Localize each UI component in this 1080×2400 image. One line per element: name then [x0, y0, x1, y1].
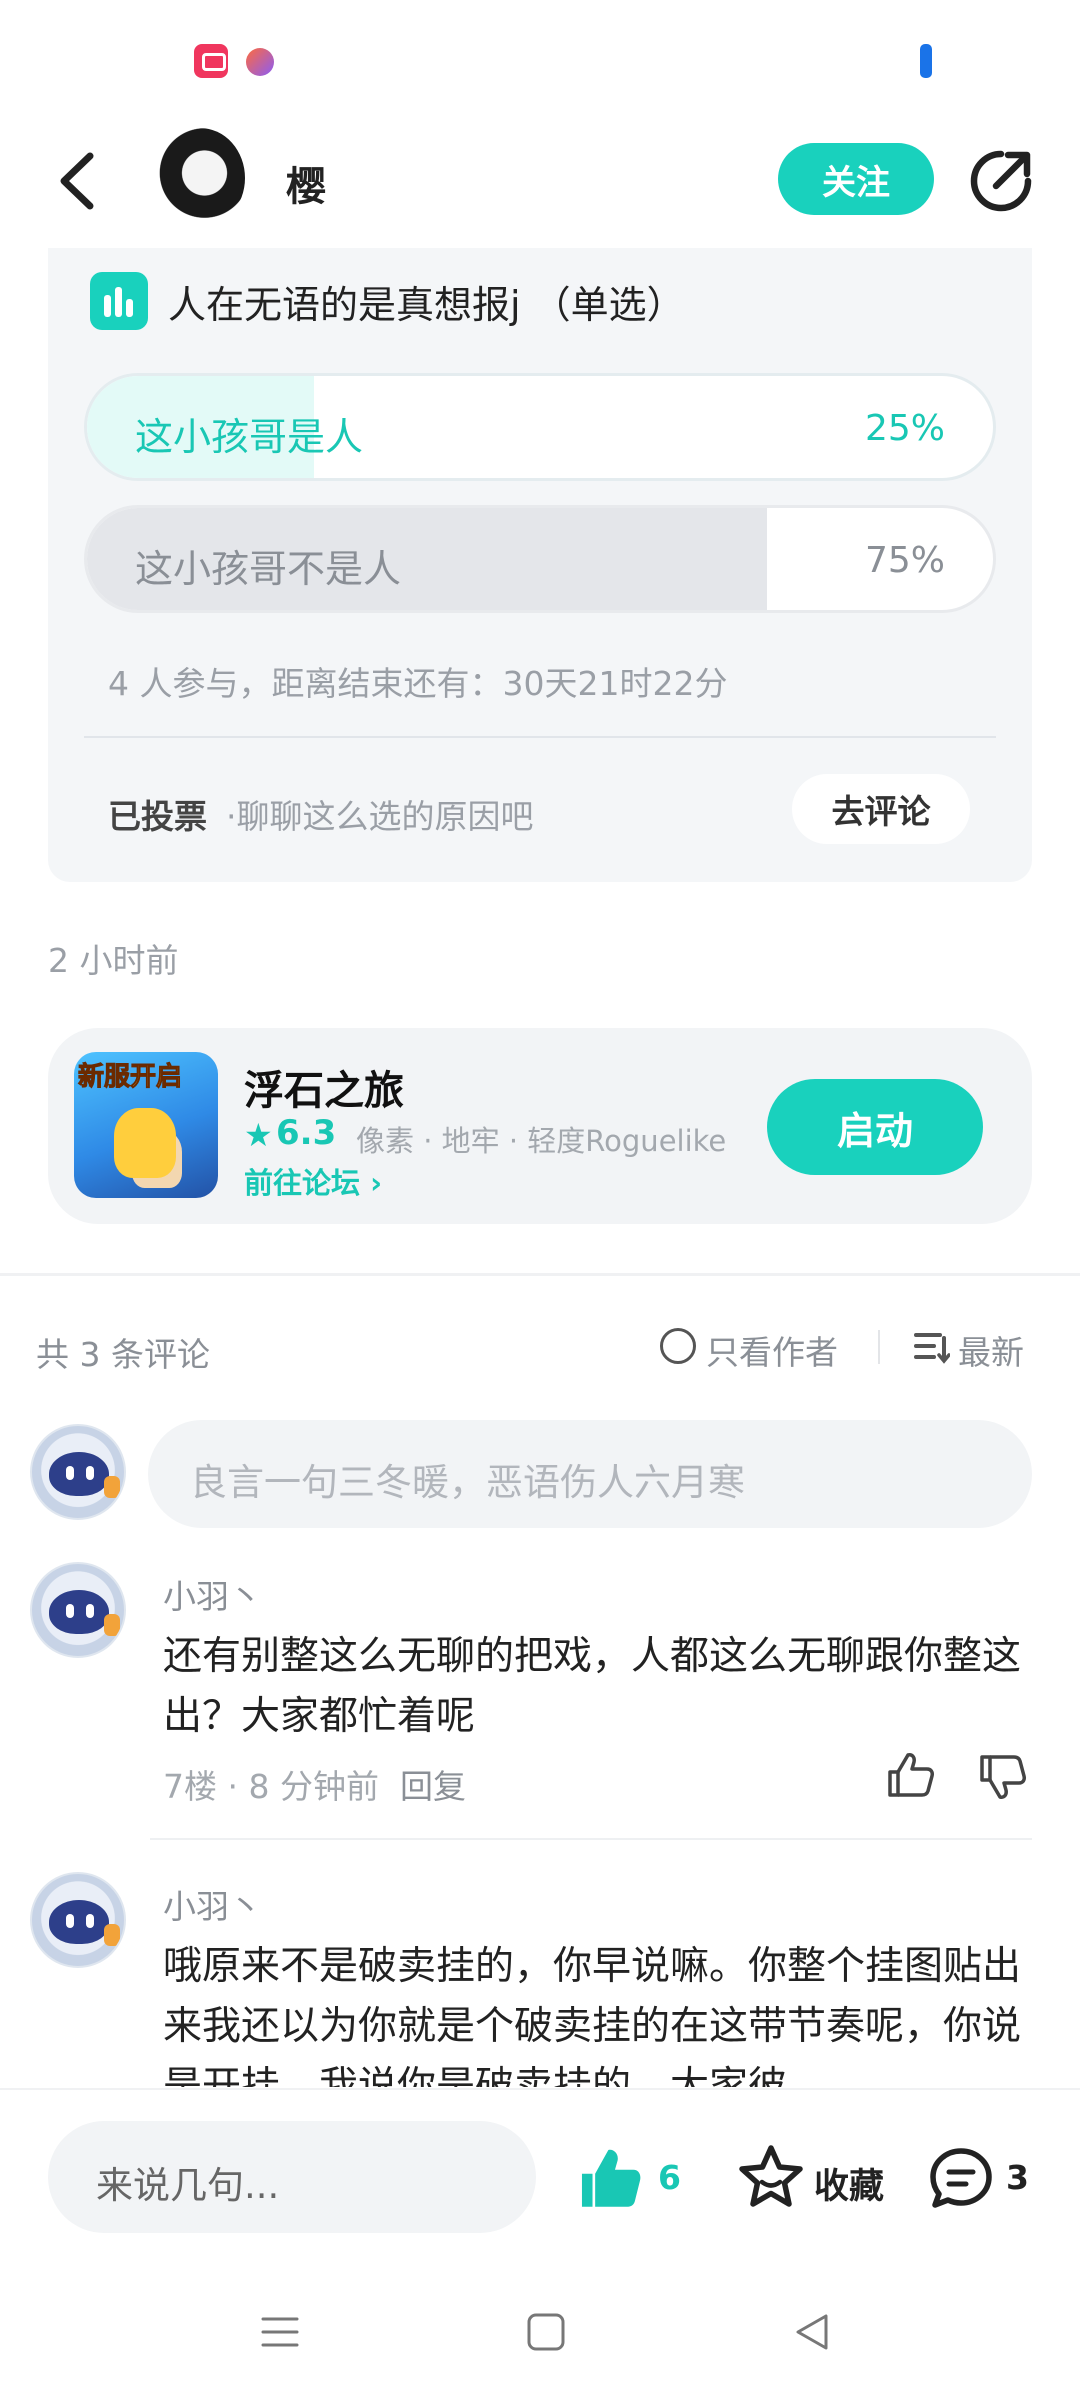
menu-icon[interactable] — [260, 2312, 300, 2352]
thumbs-up-outline-icon — [888, 1753, 934, 1797]
commenter-avatar[interactable] — [30, 1562, 126, 1658]
comment-meta: 7楼 · 8 分钟前 — [163, 1767, 379, 1806]
thumbs-up-icon[interactable] — [886, 1750, 936, 1800]
avatar-face — [49, 1590, 109, 1634]
back-nav-icon[interactable] — [792, 2312, 832, 2352]
sort-icon[interactable] — [914, 1330, 951, 1364]
forum-link[interactable]: 前往论坛 › — [244, 1160, 382, 1202]
chat-bubble-icon — [930, 2148, 992, 2208]
avatar-eye — [66, 1466, 74, 1480]
sort-lines-icon — [914, 1333, 951, 1364]
notification-app-icon-2 — [246, 48, 274, 76]
game-icon-banner: 新服开启 — [77, 1062, 183, 1093]
author-only-filter[interactable]: 只看作者 — [706, 1326, 838, 1374]
share-button[interactable] — [966, 146, 1036, 216]
star-outline-icon — [739, 2145, 803, 2207]
avatar-eye — [86, 1604, 94, 1618]
status-bar — [0, 0, 1080, 120]
game-rating: 6.3 — [276, 1113, 337, 1153]
avatar-eye — [66, 1914, 74, 1928]
avatar-ear — [104, 1614, 120, 1636]
like-count: 6 — [658, 2158, 681, 2197]
notification-app-icon — [194, 44, 228, 78]
thumbs-down-icon[interactable] — [978, 1752, 1028, 1802]
comment-total-count: 3 — [1006, 2158, 1029, 2197]
battery-icon — [920, 44, 932, 78]
commenter-name[interactable]: 小羽丶 — [163, 1880, 262, 1928]
radio-circle-icon[interactable] — [660, 1328, 696, 1364]
sort-newest[interactable]: 最新 — [958, 1326, 1024, 1374]
share-icon — [970, 150, 1032, 212]
go-comment-button[interactable]: 去评论 — [792, 774, 970, 844]
like-button[interactable] — [578, 2146, 644, 2212]
comment-input[interactable]: 良言一句三冬暖，恶语伤人六月寒 — [148, 1420, 1032, 1528]
comment-text: 哦原来不是破卖挂的，你早说嘛。你整个挂图贴出来我还以为你就是个破卖挂的在这带节奏… — [163, 1944, 1022, 2087]
comments-button[interactable] — [926, 2144, 996, 2214]
poll-meta: 4 人参与，距离结束还有：30天21时22分 — [108, 664, 728, 703]
section-divider — [0, 1273, 1080, 1276]
comment-count: 共 3 条评论 — [36, 1335, 210, 1374]
favorite-button[interactable] — [736, 2142, 806, 2212]
quick-comment-placeholder: 来说几句... — [96, 2164, 280, 2207]
avatar-eye — [86, 1914, 94, 1928]
comment-input-placeholder: 良言一句三冬暖，恶语伤人六月寒 — [190, 1461, 745, 1504]
back-button[interactable] — [48, 146, 108, 216]
poll-option-2[interactable]: 这小孩哥不是人 75% — [84, 505, 996, 613]
quick-comment-input[interactable]: 来说几句... — [48, 2121, 536, 2233]
poll-title: 人在无语的是真想报j （单选） — [168, 283, 685, 327]
game-tags: 像素 · 地牢 · 轻度Roguelike — [356, 1124, 727, 1158]
avatar-face — [49, 1452, 109, 1496]
commenter-name[interactable]: 小羽丶 — [163, 1570, 262, 1618]
voted-label: 已投票 — [108, 797, 207, 836]
filter-separator — [878, 1330, 880, 1364]
comment-divider — [150, 1838, 1032, 1840]
poll-option-1-label: 这小孩哥是人 — [135, 415, 364, 459]
game-name[interactable]: 浮石之旅 — [244, 1058, 404, 1116]
favorite-label[interactable]: 收藏 — [814, 2158, 884, 2209]
post-time: 2 小时前 — [48, 941, 179, 980]
voted-hint: ·聊聊这么选的原因吧 — [226, 797, 534, 836]
commenter-avatar[interactable] — [30, 1872, 126, 1968]
author-avatar[interactable] — [155, 128, 245, 228]
thumbs-down-outline-icon — [980, 1755, 1026, 1799]
poll-divider — [84, 736, 996, 738]
poll-option-2-label: 这小孩哥不是人 — [135, 547, 402, 591]
poll-option-2-percent: 75% — [864, 540, 945, 581]
game-hero-art — [114, 1108, 176, 1178]
follow-button[interactable]: 关注 — [778, 143, 934, 215]
launch-button[interactable]: 启动 — [767, 1079, 983, 1175]
thumbs-up-filled-icon — [581, 2149, 641, 2207]
avatar-face — [49, 1900, 109, 1944]
comment-text: 还有别整这么无聊的把戏，人都这么无聊跟你整这出？大家都忙着呢 — [163, 1634, 1022, 1739]
avatar-eye — [86, 1466, 94, 1480]
game-icon[interactable]: 新服开启 — [74, 1052, 218, 1198]
avatar-ear — [104, 1476, 120, 1498]
poll-chart-icon — [90, 272, 148, 330]
system-nav-bar — [0, 2268, 1080, 2400]
reply-button[interactable]: 回复 — [400, 1760, 466, 1808]
home-icon[interactable] — [526, 2312, 566, 2352]
star-icon: ★ — [244, 1116, 273, 1154]
back-arrow-icon — [60, 152, 94, 210]
avatar-eye — [66, 1604, 74, 1618]
avatar-ear — [104, 1924, 120, 1946]
poll-option-1[interactable]: 这小孩哥是人 25% — [84, 373, 996, 481]
my-avatar — [30, 1424, 126, 1520]
poll-option-1-percent: 25% — [864, 408, 945, 449]
author-name[interactable]: 樱 — [286, 154, 326, 212]
